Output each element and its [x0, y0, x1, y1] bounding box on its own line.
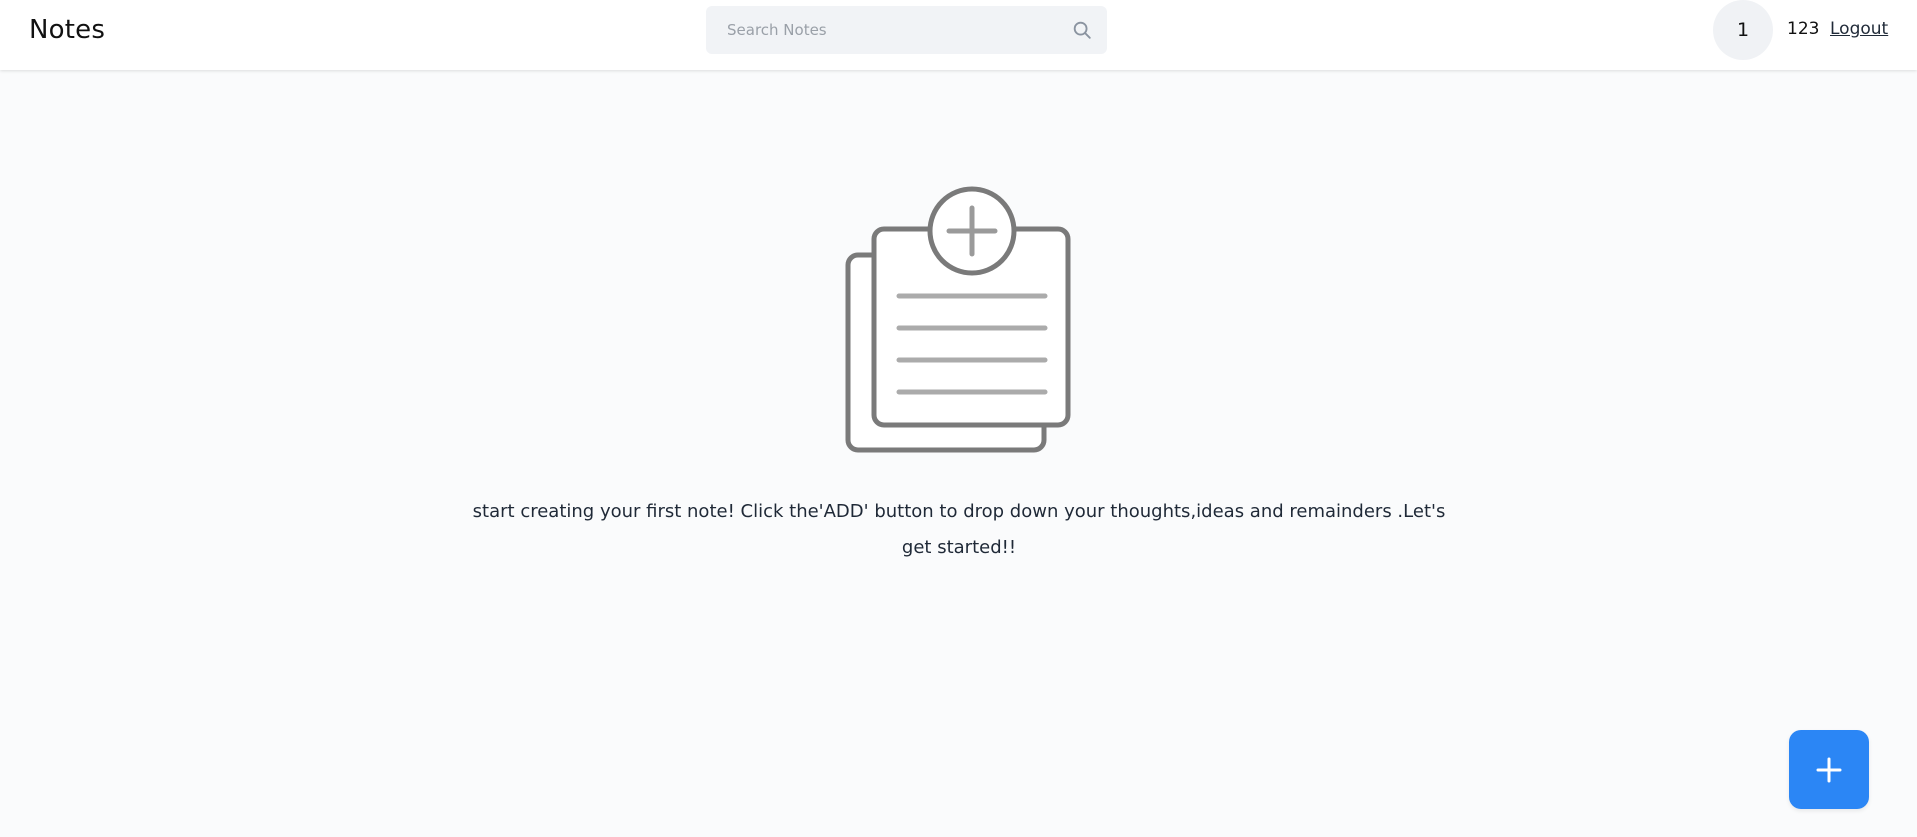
search-icon [1073, 21, 1091, 39]
search-input[interactable] [706, 6, 1046, 54]
username: 123 [1787, 19, 1820, 39]
empty-state-message: start creating your first note! Click th… [472, 501, 1446, 558]
avatar-text: 1 [1736, 19, 1750, 41]
avatar[interactable]: 1 [1713, 0, 1773, 60]
search-bar [706, 6, 1107, 54]
navbar: Notes 1 123 Logout [0, 0, 1917, 70]
search-button[interactable] [1067, 15, 1097, 45]
logout-link[interactable]: Logout [1830, 19, 1888, 39]
plus-icon [1816, 757, 1842, 782]
add-note-icon [845, 186, 1071, 453]
app-title: Notes [29, 15, 106, 45]
add-note-button[interactable] [1789, 730, 1869, 809]
